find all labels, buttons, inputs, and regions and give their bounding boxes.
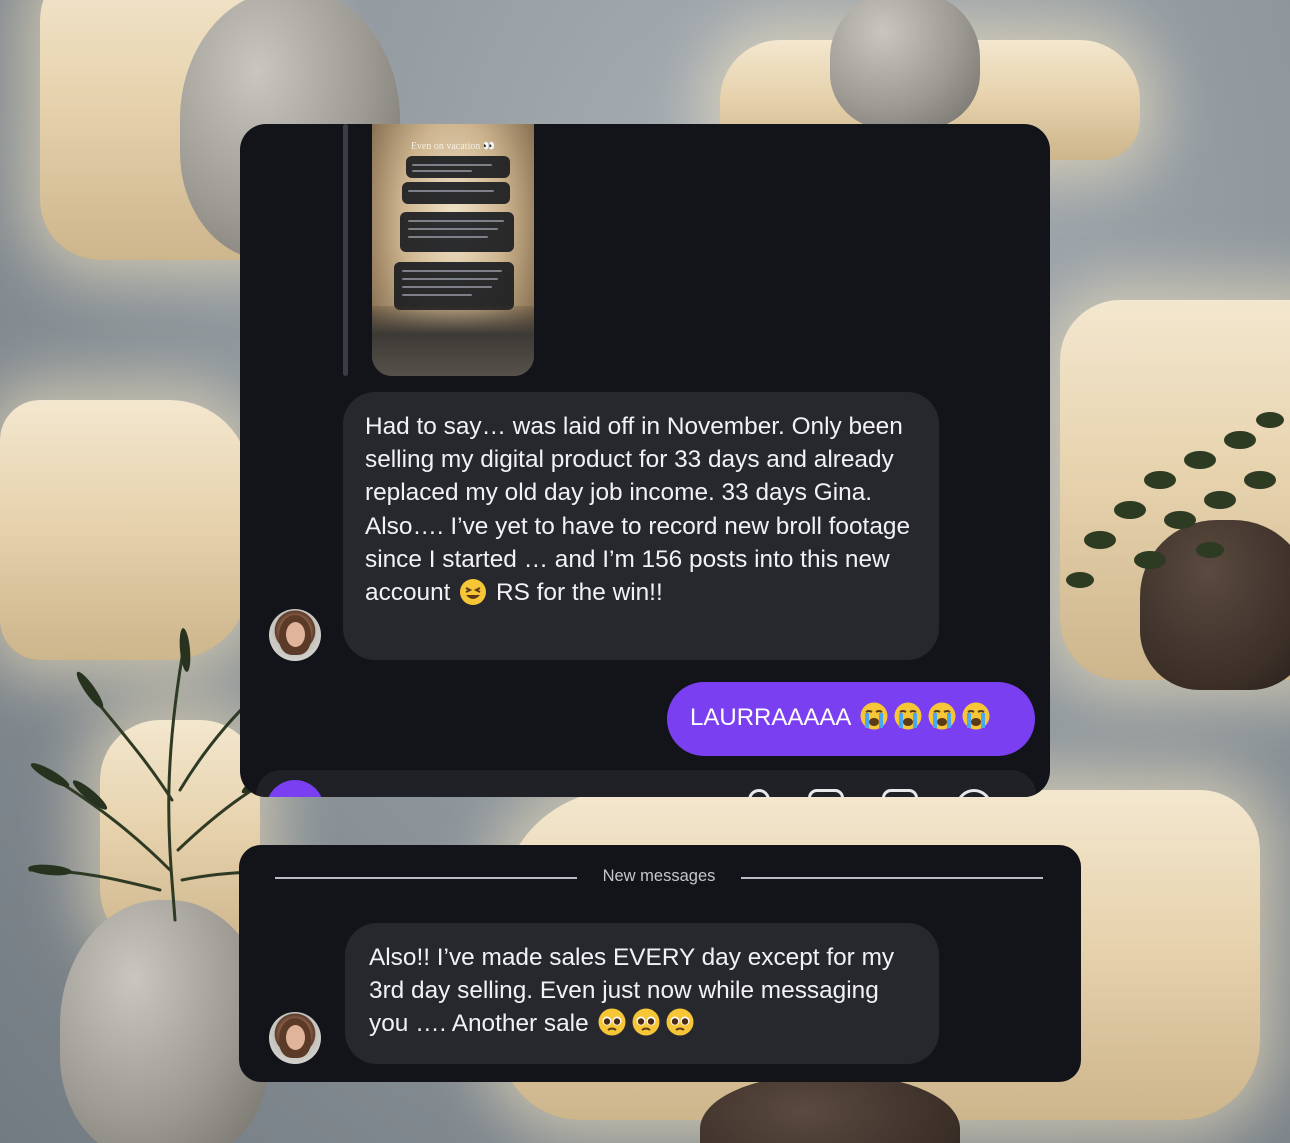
stone-vase bbox=[830, 0, 980, 130]
reply-thread-line bbox=[343, 124, 348, 376]
incoming-message[interactable]: Also!! I’ve made sales EVERY day except … bbox=[345, 923, 939, 1064]
message-text: Had to say… was laid off in November. On… bbox=[365, 413, 911, 607]
story-photo-bottom bbox=[372, 306, 534, 376]
story-title: Even on vacation 👀 bbox=[410, 141, 496, 152]
message-text-end: RS for the win!! bbox=[496, 579, 663, 607]
story-mini-bubble bbox=[406, 156, 510, 178]
story-mini-bubble bbox=[400, 212, 514, 252]
incoming-message[interactable]: Had to say… was laid off in November. On… bbox=[343, 392, 939, 660]
outgoing-message[interactable]: LAURRAAAAA bbox=[667, 682, 1035, 756]
image-icon[interactable] bbox=[808, 789, 844, 797]
crying-emoji bbox=[927, 701, 957, 740]
new-messages-divider: New messages bbox=[602, 867, 716, 885]
story-mini-bubble bbox=[402, 182, 510, 204]
chat-panel-new-messages: New messages Also!! I’ve made sales EVER… bbox=[239, 845, 1081, 1082]
chat-panel: Even on vacation 👀 Had to say… was laid … bbox=[240, 124, 1050, 797]
message-text: LAURRAAAAA bbox=[690, 704, 851, 731]
crying-emoji bbox=[859, 701, 889, 740]
contact-avatar[interactable] bbox=[269, 1012, 321, 1064]
sticker-icon[interactable] bbox=[882, 789, 918, 797]
divider-line bbox=[275, 877, 577, 879]
divider-line bbox=[741, 877, 1043, 879]
pleading-emoji bbox=[597, 1007, 627, 1046]
contact-avatar[interactable] bbox=[269, 609, 321, 661]
plant-right bbox=[1066, 412, 1284, 588]
pleading-emoji bbox=[665, 1007, 695, 1046]
crying-emoji bbox=[961, 701, 991, 740]
grinning-squint-emoji bbox=[459, 578, 487, 615]
message-composer[interactable] bbox=[256, 770, 1036, 797]
pleading-emoji bbox=[631, 1007, 661, 1046]
shared-story-preview[interactable]: Even on vacation 👀 bbox=[372, 124, 534, 376]
crying-emoji bbox=[893, 701, 923, 740]
